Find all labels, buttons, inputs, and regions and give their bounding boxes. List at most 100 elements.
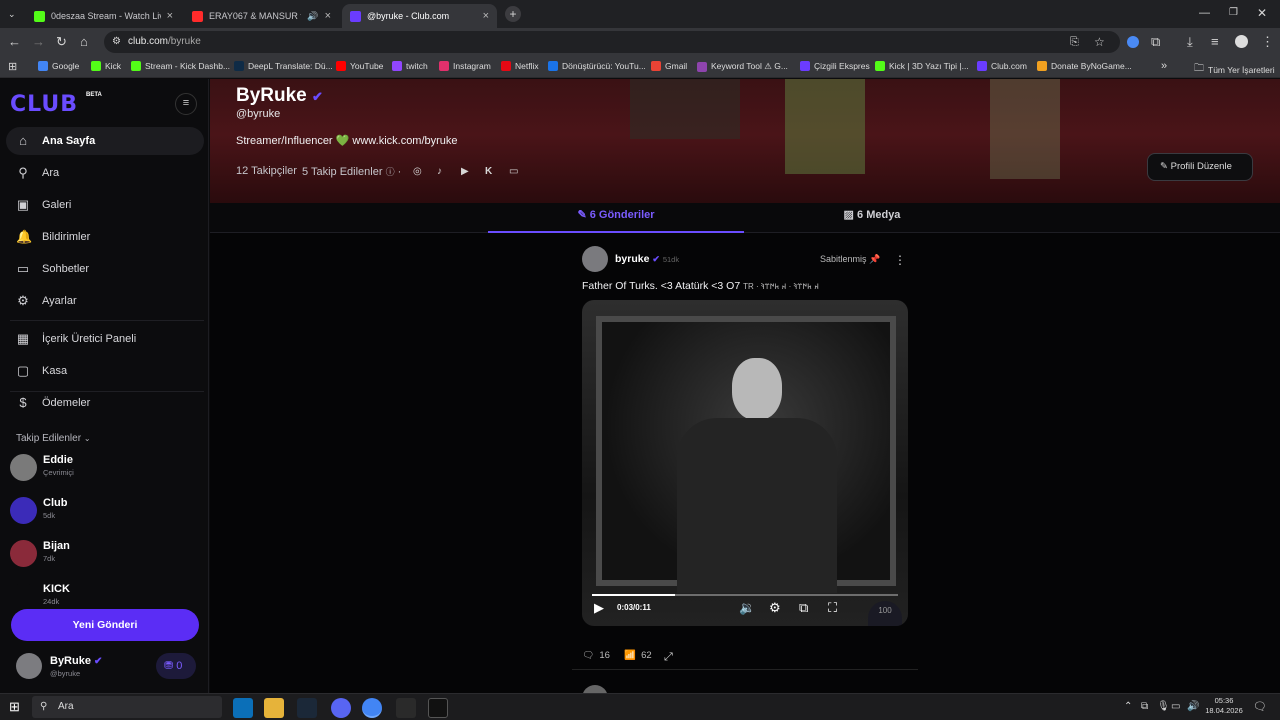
new-post-button[interactable]: Yeni Gönderi	[11, 609, 199, 641]
bookmark-item[interactable]: Donate ByNoGame...	[1037, 61, 1132, 71]
tab-youtube[interactable]: ERAY067 & MANSUR feat. G 🔊 ×	[184, 4, 339, 28]
tab-club[interactable]: @byruke - Club.com ×	[342, 4, 497, 28]
home-icon[interactable]: ⌂	[80, 35, 88, 49]
video-progress-track[interactable]	[592, 594, 898, 596]
badge-100[interactable]: 100	[868, 601, 902, 626]
nav-item[interactable]: ▦ İçerik Üretici Paneli	[6, 325, 204, 353]
nav-item[interactable]: ▣ Galeri	[6, 191, 204, 219]
bookmark-item[interactable]: Instagram	[439, 61, 491, 71]
bookmark-item[interactable]: Google	[38, 61, 79, 71]
following-item[interactable]: Club 5dk	[10, 495, 200, 525]
settings-gear-icon[interactable]: ⚙	[769, 601, 781, 615]
windows-start-icon[interactable]: ⊞	[9, 700, 20, 714]
bookmark-item[interactable]: twitch	[392, 61, 428, 71]
post-author-avatar[interactable]	[582, 246, 608, 272]
tab-kick[interactable]: 0deszaa Stream - Watch Live on Kick ×	[26, 4, 181, 28]
nav-item[interactable]: $ Ödemeler	[6, 389, 204, 417]
discord-icon[interactable]	[331, 698, 351, 718]
capcut-icon[interactable]	[428, 698, 448, 718]
twitch-icon[interactable]: ▭	[509, 165, 518, 179]
bookmark-item[interactable]: Club.com	[977, 61, 1027, 71]
following-item[interactable]: KICK 24dk	[10, 581, 200, 611]
puzzle-icon[interactable]: ⧉	[1151, 35, 1160, 49]
clock[interactable]: 05:36 18.04.2026	[1205, 696, 1243, 716]
bookmark-item[interactable]: Stream - Kick Dashb...	[131, 61, 230, 71]
edit-profile-button[interactable]: ✎ Profili Düzenle	[1147, 153, 1253, 181]
bookmark-item[interactable]: Gmail	[651, 61, 687, 71]
all-bookmarks[interactable]: 🗀 Tüm Yer İşaretleri	[1194, 61, 1275, 78]
bookmark-item[interactable]: Çizgili Ekspres	[800, 61, 870, 71]
install-app-icon[interactable]: ⎘	[1070, 35, 1079, 49]
youtube-icon[interactable]: ▶	[461, 165, 469, 179]
menu-kebab-icon[interactable]: ⋮	[1261, 35, 1274, 49]
apps-grid-icon[interactable]: ⊞	[8, 60, 17, 74]
minimize-icon[interactable]: —	[1199, 6, 1210, 20]
more-bookmarks-icon[interactable]: »	[1161, 59, 1167, 73]
nav-item[interactable]: ⌂ Ana Sayfa	[6, 127, 204, 155]
play-icon[interactable]: ▶	[594, 601, 604, 615]
speaker-icon[interactable]: 🔊	[1187, 700, 1199, 714]
steam-icon[interactable]	[297, 698, 317, 718]
instagram-icon[interactable]: ◎	[413, 165, 422, 179]
audio-icon[interactable]: 🔊	[307, 11, 318, 22]
following-title[interactable]: Takip Edilenler ⌄	[16, 433, 91, 444]
network-icon[interactable]: ▭	[1171, 700, 1180, 714]
share-link-icon[interactable]: ⤢	[664, 650, 673, 664]
tray-app-icon[interactable]: ⧉	[1141, 700, 1148, 714]
followers-count[interactable]: 12 Takipçiler	[236, 165, 297, 177]
coin-balance[interactable]: ⛃ 0	[156, 653, 196, 679]
bookmark-item[interactable]: Dönüştürücü: YouTu...	[548, 61, 646, 71]
notifications-icon[interactable]: 🗨	[1253, 700, 1267, 714]
post-menu-kebab-icon[interactable]: ⋮	[894, 253, 906, 267]
tab-posts[interactable]: ✎ 6 Gönderiler	[488, 203, 744, 233]
following-count[interactable]: 5 Takip Edilenler ⓘ ·	[302, 165, 401, 178]
following-item[interactable]: Bijan 7dk	[10, 538, 200, 568]
file-explorer-icon[interactable]	[264, 698, 284, 718]
nav-item[interactable]: ⚙ Ayarlar	[6, 287, 204, 315]
media-icon[interactable]: ≡	[1211, 35, 1219, 49]
microphone-icon[interactable]: 🎙	[1157, 700, 1170, 714]
address-bar[interactable]: ⚙ club.com/byruke ⎘ ☆	[104, 31, 1120, 53]
pip-icon[interactable]: ⧉	[799, 601, 808, 615]
window-close-icon[interactable]: ✕	[1257, 6, 1267, 20]
profile-avatar-icon[interactable]	[1235, 35, 1248, 48]
restore-icon[interactable]: ❐	[1229, 6, 1238, 20]
bookmark-item[interactable]: YouTube	[336, 61, 383, 71]
comments-count[interactable]: 🗨 16	[582, 650, 610, 661]
volume-icon[interactable]: 🔉	[739, 601, 755, 615]
app-vscode-icon[interactable]	[233, 698, 253, 718]
tray-chevron-icon[interactable]: ⌃	[1124, 700, 1132, 714]
bookmark-item[interactable]: DeepL Translate: Dü...	[234, 61, 333, 71]
reload-icon[interactable]: ↻	[56, 35, 67, 49]
obs-icon[interactable]	[396, 698, 416, 718]
chrome-icon[interactable]	[362, 698, 382, 718]
taskbar-search[interactable]: ⚲ Ara	[32, 696, 222, 718]
extension-icon[interactable]	[1127, 36, 1139, 48]
collapse-menu-icon[interactable]: ≡	[175, 93, 197, 115]
close-icon[interactable]: ×	[325, 10, 331, 22]
nav-item[interactable]: ▭ Sohbetler	[6, 255, 204, 283]
bookmark-item[interactable]: Keyword Tool ⚠ G...	[697, 61, 788, 72]
post-author[interactable]: byruke ✔ 51dk	[615, 253, 679, 265]
forward-icon[interactable]: →	[32, 35, 45, 49]
fullscreen-icon[interactable]: ⛶	[828, 601, 837, 615]
bookmark-item[interactable]: Kick	[91, 61, 121, 71]
bookmark-item[interactable]: Netflix	[501, 61, 539, 71]
tab-search-chevron-icon[interactable]: ⌄	[8, 7, 16, 21]
nav-item[interactable]: ⚲ Ara	[6, 159, 204, 187]
bookmark-item[interactable]: Kick | 3D Yazı Tipi |...	[875, 61, 969, 71]
kick-icon[interactable]: K	[485, 165, 492, 179]
post-video[interactable]: ▶ 0:03/0:11 🔉 ⚙ ⧉ ⛶ 100	[582, 300, 908, 626]
bookmark-star-icon[interactable]: ☆	[1094, 35, 1105, 49]
tab-media[interactable]: ▨ 6 Medya	[744, 203, 1000, 233]
site-info-icon[interactable]: ⚙	[112, 35, 121, 49]
close-icon[interactable]: ×	[483, 10, 489, 22]
close-icon[interactable]: ×	[167, 10, 173, 22]
user-avatar[interactable]	[16, 653, 42, 679]
download-icon[interactable]: ⤓	[1187, 35, 1193, 49]
nav-item[interactable]: ▢ Kasa	[6, 357, 204, 385]
new-tab-icon[interactable]: +	[505, 6, 521, 22]
tiktok-icon[interactable]: ♪	[437, 165, 442, 179]
following-item[interactable]: Eddie Çevrimiçi	[10, 452, 200, 482]
post-card[interactable]: byruke ✔ 51dk Sabitlenmiş 📌 ⋮ Father Of …	[572, 244, 918, 674]
